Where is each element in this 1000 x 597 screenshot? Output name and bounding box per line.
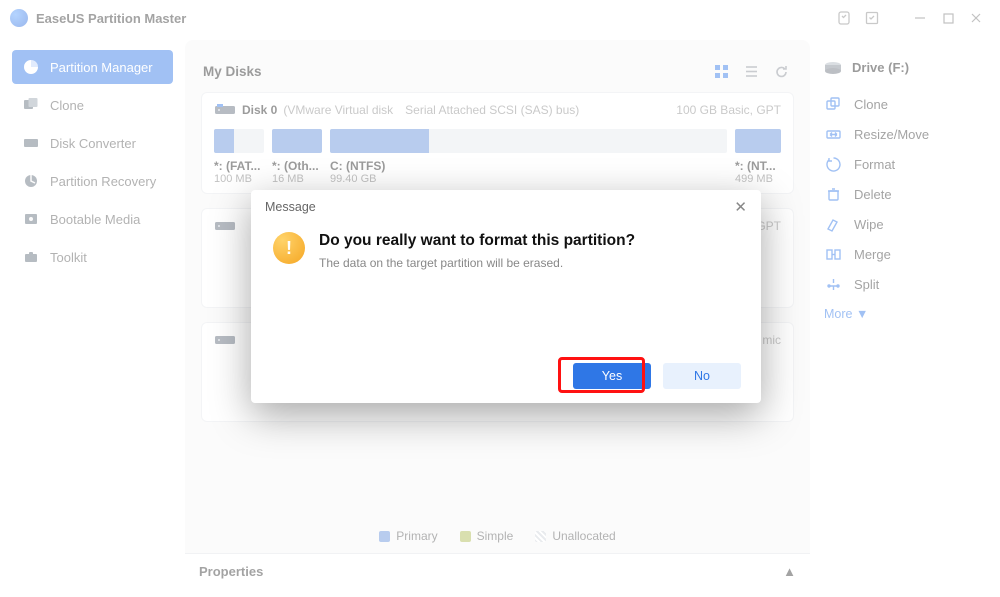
close-icon[interactable]: ✕ <box>734 198 747 216</box>
button-label: No <box>694 369 710 383</box>
no-button[interactable]: No <box>663 363 741 389</box>
warning-icon: ! <box>273 232 305 264</box>
message-dialog: Message ✕ ! Do you really want to format… <box>251 190 761 403</box>
dialog-title: Message <box>265 200 316 214</box>
highlight-box <box>558 357 645 393</box>
dialog-heading: Do you really want to format this partit… <box>319 232 635 250</box>
dialog-subtext: The data on the target partition will be… <box>319 256 635 270</box>
